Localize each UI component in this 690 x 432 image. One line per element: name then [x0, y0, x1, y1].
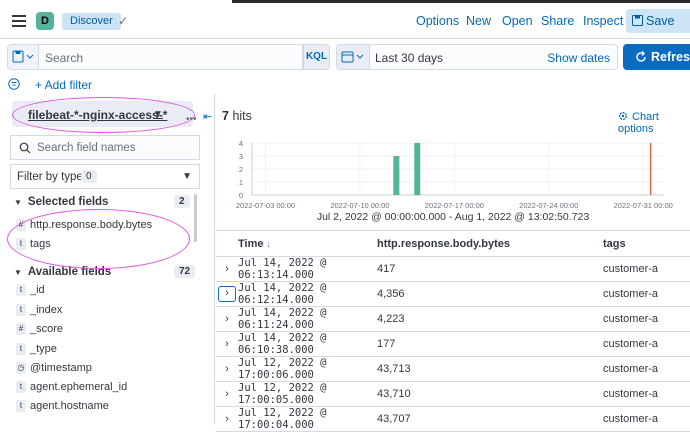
- annotation-ellipse: [12, 97, 195, 133]
- saved-query-icon: [12, 50, 34, 63]
- histogram-bar: [393, 156, 400, 195]
- expand-row-icon[interactable]: ›: [216, 356, 238, 382]
- column-header-time[interactable]: Time ↓: [238, 230, 377, 257]
- expand-row-icon[interactable]: ›: [216, 306, 238, 332]
- field-item[interactable]: t agent.hostname: [16, 400, 109, 416]
- save-label: Save: [646, 14, 675, 28]
- number-field-icon: #: [16, 323, 26, 336]
- filter-count-badge: 0: [81, 170, 97, 183]
- date-range-label: Last 30 days: [375, 51, 444, 65]
- query-language-button[interactable]: KQL: [303, 44, 330, 70]
- string-field-icon: t: [16, 400, 26, 413]
- string-field-icon: t: [16, 284, 26, 297]
- table-row[interactable]: › Jul 14, 2022 @ 06:13:14.000 417 customer-…: [216, 256, 690, 282]
- date-quick-menu-button[interactable]: [336, 44, 370, 70]
- refresh-button[interactable]: Refresh: [623, 44, 690, 70]
- table-row[interactable]: › Jul 12, 2022 @ 17:00:06.000 43,713 custom…: [216, 356, 690, 382]
- column-header-tags[interactable]: tags: [603, 230, 690, 257]
- x-tick-label: 2022-07-17 00:00: [425, 201, 484, 210]
- add-filter-button[interactable]: + Add filter: [35, 78, 92, 92]
- y-tick-label: 0: [239, 191, 243, 200]
- documents-table: Time ↓ http.response.body.bytes tags › Ju…: [216, 230, 690, 432]
- field-item[interactable]: t agent.ephemeral_id: [16, 381, 127, 397]
- x-tick-label: 2022-07-10 00:00: [330, 201, 389, 210]
- field-item[interactable]: t _id: [16, 284, 45, 300]
- expand-row-icon[interactable]: ›: [216, 256, 238, 282]
- refresh-label: Refresh: [651, 50, 690, 64]
- available-count-badge: 72: [174, 265, 196, 278]
- results-panel: 7 hits Chart options 0 1 2 3 4 2022-07-03 00:…: [216, 102, 690, 432]
- filter-options-icon[interactable]: [8, 78, 20, 90]
- sort-down-icon: ↓: [266, 238, 272, 249]
- y-tick-label: 4: [239, 139, 243, 148]
- time-range-label: Jul 2, 2022 @ 00:00:00.000 - Aug 1, 2022…: [316, 211, 590, 223]
- save-icon: [632, 15, 643, 26]
- histogram-bar: [414, 143, 421, 195]
- expand-row-icon[interactable]: ›: [216, 406, 238, 432]
- search-icon: [19, 142, 31, 154]
- search-input[interactable]: Search: [39, 44, 303, 70]
- column-header-bytes[interactable]: http.response.body.bytes: [377, 230, 603, 257]
- saved-query-button[interactable]: [7, 44, 39, 70]
- inspect-link[interactable]: Inspect: [583, 3, 623, 39]
- string-field-icon: t: [16, 381, 26, 394]
- calendar-icon: [341, 51, 364, 63]
- space-avatar[interactable]: D: [36, 12, 54, 30]
- y-tick-label: 3: [239, 152, 243, 161]
- x-tick-label: 2022-07-24 00:00: [519, 201, 578, 210]
- filter-by-type-button[interactable]: Filter by type 0 ▼: [10, 164, 200, 189]
- chevron-down-icon: ▼: [14, 268, 22, 277]
- new-link[interactable]: New: [466, 3, 491, 39]
- check-icon: ✓: [118, 14, 129, 28]
- expand-row-icon[interactable]: ›: [216, 381, 238, 407]
- save-button[interactable]: Save: [626, 9, 690, 33]
- hits-count: 7 hits: [222, 109, 252, 123]
- gear-icon: [619, 112, 627, 120]
- expand-row-icon[interactable]: ›: [218, 286, 236, 302]
- more-options-icon[interactable]: •••: [186, 114, 197, 125]
- collapse-sidebar-icon[interactable]: ⇤: [203, 110, 212, 123]
- table-row[interactable]: › Jul 12, 2022 @ 17:00:05.000 43,710 custom…: [216, 381, 690, 407]
- date-range-picker[interactable]: Last 30 days Show dates: [370, 44, 618, 70]
- table-row[interactable]: › Jul 12, 2022 @ 17:00:04.000 43,707 custom…: [216, 406, 690, 432]
- x-tick-label: 2022-07-03 00:00: [236, 201, 295, 210]
- field-item[interactable]: t _type: [16, 343, 57, 359]
- x-tick-label: 2022-07-31 00:00: [614, 201, 673, 210]
- share-link[interactable]: Share: [541, 3, 574, 39]
- table-row[interactable]: › Jul 14, 2022 @ 06:11:24.000 4,223 custome…: [216, 306, 690, 332]
- field-search-input[interactable]: Search field names: [10, 135, 200, 160]
- field-item[interactable]: ◷ @timestamp: [16, 362, 92, 378]
- show-dates-link[interactable]: Show dates: [547, 51, 610, 65]
- y-tick-label: 2: [239, 165, 243, 174]
- clock-field-icon: ◷: [16, 362, 26, 375]
- top-header: D Discover ✓ Options New Open Share Insp…: [0, 3, 690, 39]
- expand-row-icon[interactable]: ›: [216, 331, 238, 357]
- annotation-ellipse: [7, 209, 190, 269]
- string-field-icon: t: [16, 304, 26, 317]
- string-field-icon: t: [16, 343, 26, 356]
- menu-icon[interactable]: [12, 15, 26, 27]
- histogram-chart[interactable]: 0 1 2 3 4 2022-07-03 00:00 2022-07-10 00:00 202…: [216, 128, 690, 240]
- refresh-icon: [636, 51, 646, 62]
- open-link[interactable]: Open: [502, 3, 533, 39]
- table-row[interactable]: › Jul 14, 2022 @ 06:10:38.000 177 customer-…: [216, 331, 690, 357]
- field-item[interactable]: t _index: [16, 304, 62, 320]
- table-row[interactable]: › Jul 14, 2022 @ 06:12:14.000 4,356 custome…: [216, 281, 690, 307]
- chevron-down-icon: ▼: [182, 171, 192, 182]
- field-item[interactable]: # _score: [16, 323, 63, 339]
- sidebar-scrollbar[interactable]: [194, 194, 197, 242]
- chevron-down-icon: ▼: [14, 198, 22, 207]
- selected-count-badge: 2: [174, 195, 190, 208]
- options-link[interactable]: Options: [416, 3, 459, 39]
- y-tick-label: 1: [239, 178, 243, 187]
- table-header-row: Time ↓ http.response.body.bytes tags: [216, 230, 690, 257]
- breadcrumb[interactable]: Discover: [62, 13, 121, 30]
- selected-fields-toggle[interactable]: ▼ Selected fields: [14, 196, 108, 208]
